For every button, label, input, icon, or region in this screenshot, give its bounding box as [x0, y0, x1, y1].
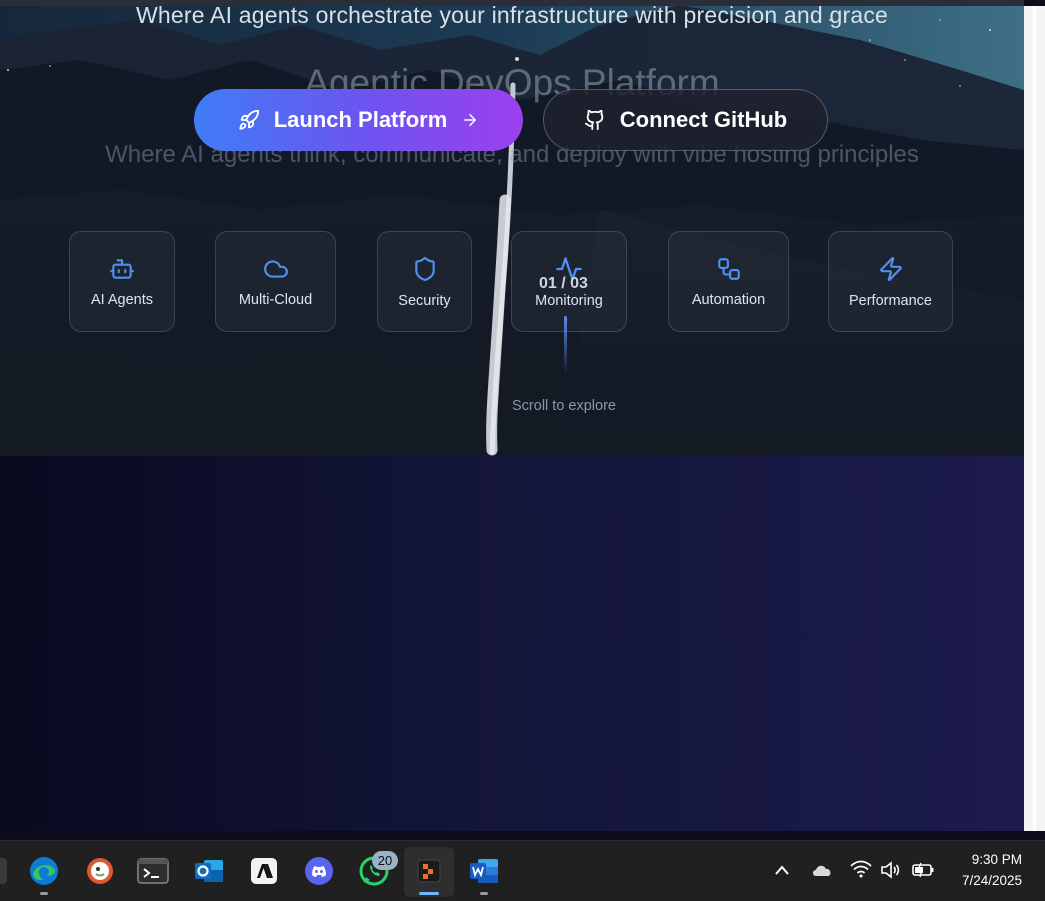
duckduckgo-icon[interactable]: [84, 855, 116, 887]
connect-github-button[interactable]: Connect GitHub: [543, 89, 828, 151]
hero-tagline: Where AI agents orchestrate your infrast…: [135, 2, 889, 28]
app-active-dot: [419, 892, 439, 895]
edge-running-dot: [40, 892, 48, 895]
lower-section: [0, 456, 1024, 831]
slide-counter: 01 / 03: [539, 275, 588, 292]
feature-label: AI Agents: [90, 291, 154, 308]
feature-label: Security: [398, 292, 451, 309]
connect-github-label: Connect GitHub: [619, 107, 788, 132]
rocket-icon: [239, 109, 259, 130]
word-running-dot: [480, 892, 488, 895]
arrow-right-icon: [464, 114, 477, 126]
feature-card-security[interactable]: Security: [377, 231, 472, 332]
battery-icon[interactable]: [911, 862, 935, 878]
onedrive-cloud-icon[interactable]: [811, 862, 833, 878]
feature-label: Monitoring: [535, 292, 603, 309]
cloud-icon: [263, 259, 288, 278]
word-icon[interactable]: [468, 855, 500, 887]
scrollbar-thumb[interactable]: [1033, 6, 1036, 831]
feature-card-multi-cloud[interactable]: Multi-Cloud: [215, 231, 336, 332]
github-icon: [584, 109, 604, 131]
clock-time[interactable]: 9:30 PM: [940, 852, 1022, 867]
partial-app-icon[interactable]: [0, 855, 10, 887]
feature-card-automation[interactable]: Automation: [668, 231, 789, 332]
page-scrollbar[interactable]: [1024, 6, 1045, 831]
top-edge: [0, 0, 1024, 6]
launch-platform-button[interactable]: Launch Platform: [194, 89, 523, 151]
zap-icon: [879, 256, 902, 281]
discord-icon[interactable]: [303, 855, 335, 887]
wifi-icon[interactable]: [850, 860, 872, 878]
feature-label: Multi-Cloud: [238, 291, 313, 308]
feature-card-performance[interactable]: Performance: [828, 231, 953, 332]
clock-date[interactable]: 7/24/2025: [940, 873, 1022, 888]
browser-viewport: Where AI agents orchestrate your infrast…: [0, 0, 1024, 831]
feature-label: Automation: [691, 291, 766, 308]
scroll-indicator-line: [564, 316, 567, 374]
volume-icon[interactable]: [880, 861, 900, 879]
whatsapp-badge: 20: [372, 851, 398, 870]
edge-icon[interactable]: [28, 855, 60, 887]
bot-icon: [110, 258, 134, 279]
feature-label: Performance: [848, 292, 932, 309]
taskbar: 20 9:30 PM 7/24/2025: [0, 840, 1045, 901]
feature-card-ai-agents[interactable]: AI Agents: [69, 231, 175, 332]
hero-section: Where AI agents orchestrate your infrast…: [0, 0, 1024, 456]
shield-icon: [414, 256, 435, 281]
outlook-icon[interactable]: [193, 855, 225, 887]
chevron-up-icon[interactable]: [774, 864, 790, 876]
launch-platform-label: Launch Platform: [273, 107, 448, 132]
ghost-subtitle: Where AI agents think, communicate, and …: [105, 141, 919, 168]
scroll-hint: Scroll to explore: [512, 398, 616, 414]
anthropic-icon[interactable]: [248, 855, 280, 887]
workflow-icon: [717, 257, 740, 280]
terminal-icon[interactable]: [137, 855, 169, 887]
app-icon[interactable]: [413, 855, 445, 887]
